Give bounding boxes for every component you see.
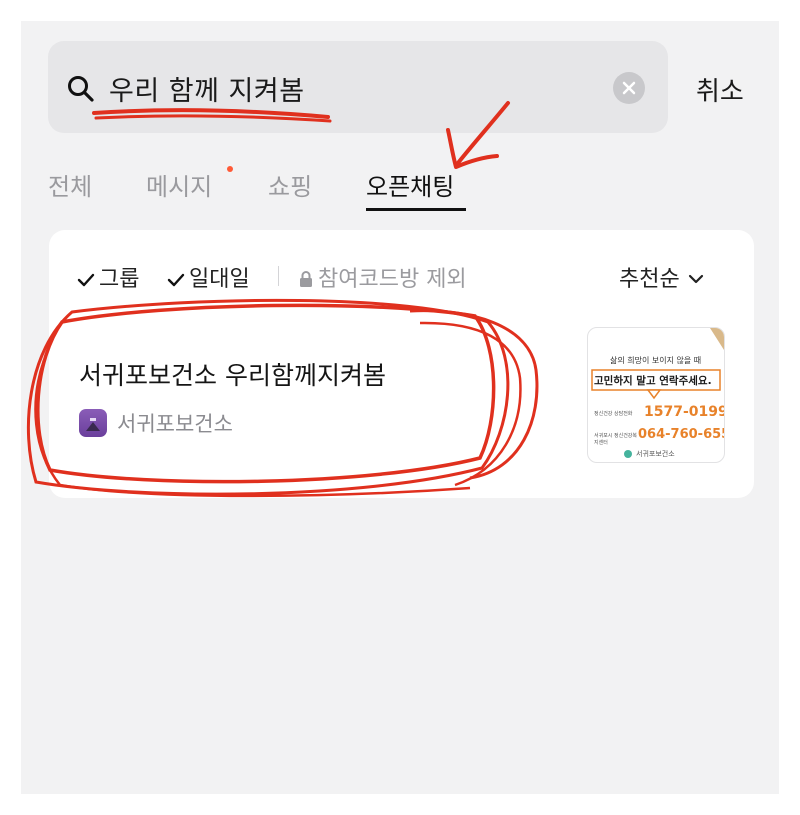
new-badge-dot [227, 166, 233, 172]
chevron-down-icon [688, 274, 703, 284]
search-input[interactable]: 우리 함께 지켜봄 [109, 69, 305, 108]
close-icon [622, 81, 636, 95]
filter-group[interactable]: 그룹 [77, 261, 139, 293]
tab-open-chat[interactable]: 오픈채팅 [366, 167, 454, 202]
check-icon [167, 273, 185, 287]
thumbnail-phone1-label: 정신건강 상담전화 [594, 411, 633, 417]
thumbnail-phone2-label: 서귀포시 정신건강복지센터 [594, 433, 637, 446]
thumbnail-logo-text: 서귀포보건소 [636, 450, 675, 458]
host-name: 서귀포보건소 [117, 412, 233, 436]
sort-label: 추천순 [619, 267, 680, 292]
filter-exclude-code-rooms-label: 참여코드방 제외 [318, 267, 467, 292]
tab-messages[interactable]: 메시지 [146, 167, 212, 202]
app-screen: 우리 함께 지켜봄 취소 전체 메시지 쇼핑 오픈채팅 그룹 일대일 참여코드방… [21, 21, 779, 794]
tab-all[interactable]: 전체 [48, 167, 92, 202]
thumbnail-phone2: 064-760-6553 [638, 427, 724, 442]
filter-exclude-code-rooms[interactable]: 참여코드방 제외 [298, 261, 467, 293]
room-title: 서귀포보건소 우리함께지켜봄 [79, 361, 386, 390]
building-icon [86, 418, 100, 431]
lock-icon [300, 271, 312, 287]
thumbnail-phone1: 1577-0199 [644, 404, 725, 420]
thumbnail-line-1: 삶의 희망이 보이지 않을 때 [610, 356, 702, 365]
cancel-button[interactable]: 취소 [696, 71, 744, 108]
search-icon [68, 76, 94, 102]
thumbnail-line-2: 고민하지 말고 연락주세요. [594, 375, 712, 387]
clear-search-button[interactable] [613, 72, 645, 104]
filter-one-on-one-label: 일대일 [189, 267, 250, 292]
filter-one-on-one[interactable]: 일대일 [167, 261, 250, 293]
filter-group-label: 그룹 [99, 267, 140, 292]
host-avatar [79, 409, 107, 437]
active-tab-indicator [366, 208, 466, 211]
filter-divider [278, 266, 279, 286]
check-icon [77, 273, 95, 287]
sort-dropdown[interactable]: 추천순 [619, 261, 704, 293]
room-thumbnail[interactable]: 삶의 희망이 보이지 않을 때 고민하지 말고 연락주세요. 정신건강 상담전화… [587, 327, 725, 463]
tab-shopping[interactable]: 쇼핑 [268, 167, 312, 202]
